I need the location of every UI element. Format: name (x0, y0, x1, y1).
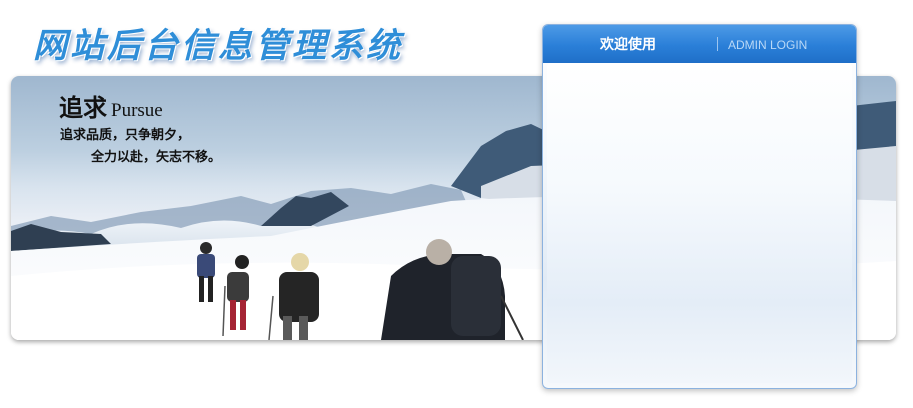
slogan-line-1: 追求品质，只争朝夕， (60, 128, 191, 143)
tab-divider (717, 37, 718, 51)
slogan-en: Pursue (111, 100, 163, 121)
tab-admin-login[interactable]: ADMIN LOGIN (728, 38, 807, 52)
login-panel: 欢迎使用 ADMIN LOGIN (542, 24, 857, 389)
slogan-line-2: 全力以赴，矢志不移。 (91, 150, 222, 165)
tab-welcome[interactable]: 欢迎使用 (543, 34, 713, 54)
login-tab-bar: 欢迎使用 ADMIN LOGIN (543, 25, 856, 63)
slogan-cn: 追求 (59, 94, 107, 122)
login-body (547, 63, 852, 383)
site-title: 网站后台信息管理系统 (33, 26, 403, 66)
slogan-heading: 追求 Pursue (59, 88, 163, 123)
